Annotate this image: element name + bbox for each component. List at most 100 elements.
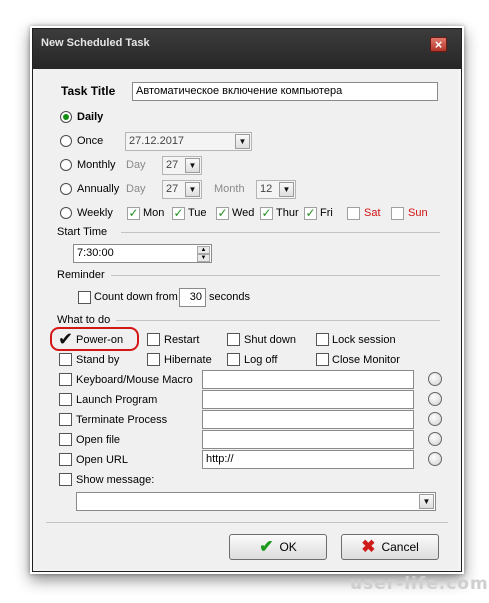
show-message-checkbox[interactable] — [59, 473, 72, 486]
show-message-select[interactable]: ▼ — [76, 492, 436, 511]
browse-program-button[interactable] — [428, 392, 442, 406]
spin-down-icon[interactable]: ▼ — [197, 254, 210, 262]
wed-checkbox[interactable]: ✓ — [216, 207, 229, 220]
countdown-checkbox[interactable] — [78, 291, 91, 304]
close-monitor-label: Close Monitor — [332, 354, 400, 366]
weekly-radio[interactable] — [60, 207, 72, 219]
sat-label: Sat — [364, 207, 381, 219]
daily-label: Daily — [77, 111, 104, 123]
monthly-radio[interactable] — [60, 159, 72, 171]
monthly-label: Monthly — [77, 159, 116, 171]
macro-checkbox[interactable] — [59, 373, 72, 386]
watermark: user-life.com — [350, 574, 489, 594]
start-time-value: 7:30:00 — [77, 247, 114, 259]
start-time-label: Start Time — [57, 226, 108, 238]
annual-day-label: Day — [126, 183, 146, 195]
once-date-picker[interactable]: 27.12.2017 ▼ — [125, 132, 252, 151]
browse-file-button[interactable] — [428, 432, 442, 446]
lock-session-label: Lock session — [332, 334, 396, 346]
sat-checkbox[interactable] — [347, 207, 360, 220]
hibernate-checkbox[interactable] — [147, 353, 160, 366]
spin-up-icon[interactable]: ▲ — [197, 246, 210, 254]
fri-checkbox[interactable]: ✓ — [304, 207, 317, 220]
macro-label: Keyboard/Mouse Macro — [76, 374, 193, 386]
reminder-divider — [111, 275, 440, 276]
open-url-checkbox[interactable] — [59, 453, 72, 466]
log-off-label: Log off — [244, 354, 278, 366]
mon-label: Mon — [143, 207, 165, 219]
chevron-down-icon[interactable]: ▼ — [419, 494, 434, 509]
task-title-input[interactable]: Автоматическое включение компьютера — [132, 82, 438, 101]
annually-radio[interactable] — [60, 183, 72, 195]
countdown-label: Count down from — [94, 291, 178, 303]
once-date-value: 27.12.2017 — [129, 135, 185, 147]
launch-program-input[interactable] — [202, 390, 414, 409]
tue-label: Tue — [188, 207, 207, 219]
lock-session-checkbox[interactable] — [316, 333, 329, 346]
terminate-process-checkbox[interactable] — [59, 413, 72, 426]
open-url-label: Open URL — [76, 454, 128, 466]
terminate-process-input[interactable] — [202, 410, 414, 429]
stand-by-checkbox[interactable] — [59, 353, 72, 366]
dialog-body: Task Title Автоматическое включение комп… — [36, 69, 458, 569]
shut-down-checkbox[interactable] — [227, 333, 240, 346]
start-time-divider — [121, 232, 440, 233]
annual-month-label: Month — [214, 183, 245, 195]
stand-by-label: Stand by — [76, 354, 120, 366]
mon-checkbox[interactable]: ✓ — [127, 207, 140, 220]
sun-checkbox[interactable] — [391, 207, 404, 220]
open-url-input[interactable]: http:// — [202, 450, 414, 469]
window-title: New Scheduled Task — [41, 37, 150, 49]
title-bar: New Scheduled Task × — [33, 29, 461, 69]
ok-label: OK — [279, 540, 297, 554]
monthly-day-select[interactable]: 27 ▼ — [162, 156, 202, 175]
tue-checkbox[interactable]: ✓ — [172, 207, 185, 220]
launch-program-checkbox[interactable] — [59, 393, 72, 406]
reminder-label: Reminder — [57, 269, 105, 281]
chevron-down-icon[interactable]: ▼ — [185, 158, 200, 173]
x-icon: ✖ — [361, 537, 376, 556]
annual-month-select[interactable]: 12 ▼ — [256, 180, 296, 199]
open-file-input[interactable] — [202, 430, 414, 449]
hibernate-label: Hibernate — [164, 354, 212, 366]
launch-program-label: Launch Program — [76, 394, 158, 406]
restart-label: Restart — [164, 334, 200, 346]
macro-input[interactable] — [202, 370, 414, 389]
ok-button[interactable]: ✔ OK — [229, 534, 327, 560]
buttons-divider — [46, 522, 448, 523]
browse-url-button[interactable] — [428, 452, 442, 466]
fri-label: Fri — [320, 207, 333, 219]
scheduled-task-dialog: New Scheduled Task × Task Title Автомати… — [32, 28, 462, 572]
monthly-day-label: Day — [126, 159, 146, 171]
browse-process-button[interactable] — [428, 412, 442, 426]
cancel-button[interactable]: ✖ Cancel — [341, 534, 439, 560]
annually-label: Annually — [77, 183, 120, 195]
start-time-input[interactable]: 7:30:00 ▲ ▼ — [73, 244, 212, 263]
wed-label: Wed — [232, 207, 255, 219]
chevron-down-icon[interactable]: ▼ — [235, 134, 250, 149]
terminate-process-label: Terminate Process — [76, 414, 168, 426]
countdown-input[interactable]: 30 — [179, 288, 206, 307]
close-monitor-checkbox[interactable] — [316, 353, 329, 366]
annual-month-value: 12 — [260, 183, 273, 195]
monthly-day-value: 27 — [166, 159, 179, 171]
chevron-down-icon[interactable]: ▼ — [185, 182, 200, 197]
once-radio[interactable] — [60, 135, 72, 147]
close-icon[interactable]: × — [430, 37, 447, 52]
open-file-checkbox[interactable] — [59, 433, 72, 446]
annual-day-select[interactable]: 27 ▼ — [162, 180, 202, 199]
thu-checkbox[interactable]: ✓ — [260, 207, 273, 220]
once-label: Once — [77, 135, 104, 147]
task-title-label: Task Title — [61, 84, 116, 98]
log-off-checkbox[interactable] — [227, 353, 240, 366]
power-on-checkbox[interactable]: ✔ — [58, 330, 73, 348]
browse-macro-button[interactable] — [428, 372, 442, 386]
countdown-unit: seconds — [209, 291, 250, 303]
check-icon: ✔ — [259, 537, 274, 556]
chevron-down-icon[interactable]: ▼ — [279, 182, 294, 197]
daily-radio[interactable] — [60, 111, 72, 123]
power-on-label: Power-on — [76, 334, 124, 346]
sun-label: Sun — [408, 207, 428, 219]
what-to-do-label: What to do — [57, 314, 111, 326]
restart-checkbox[interactable] — [147, 333, 160, 346]
